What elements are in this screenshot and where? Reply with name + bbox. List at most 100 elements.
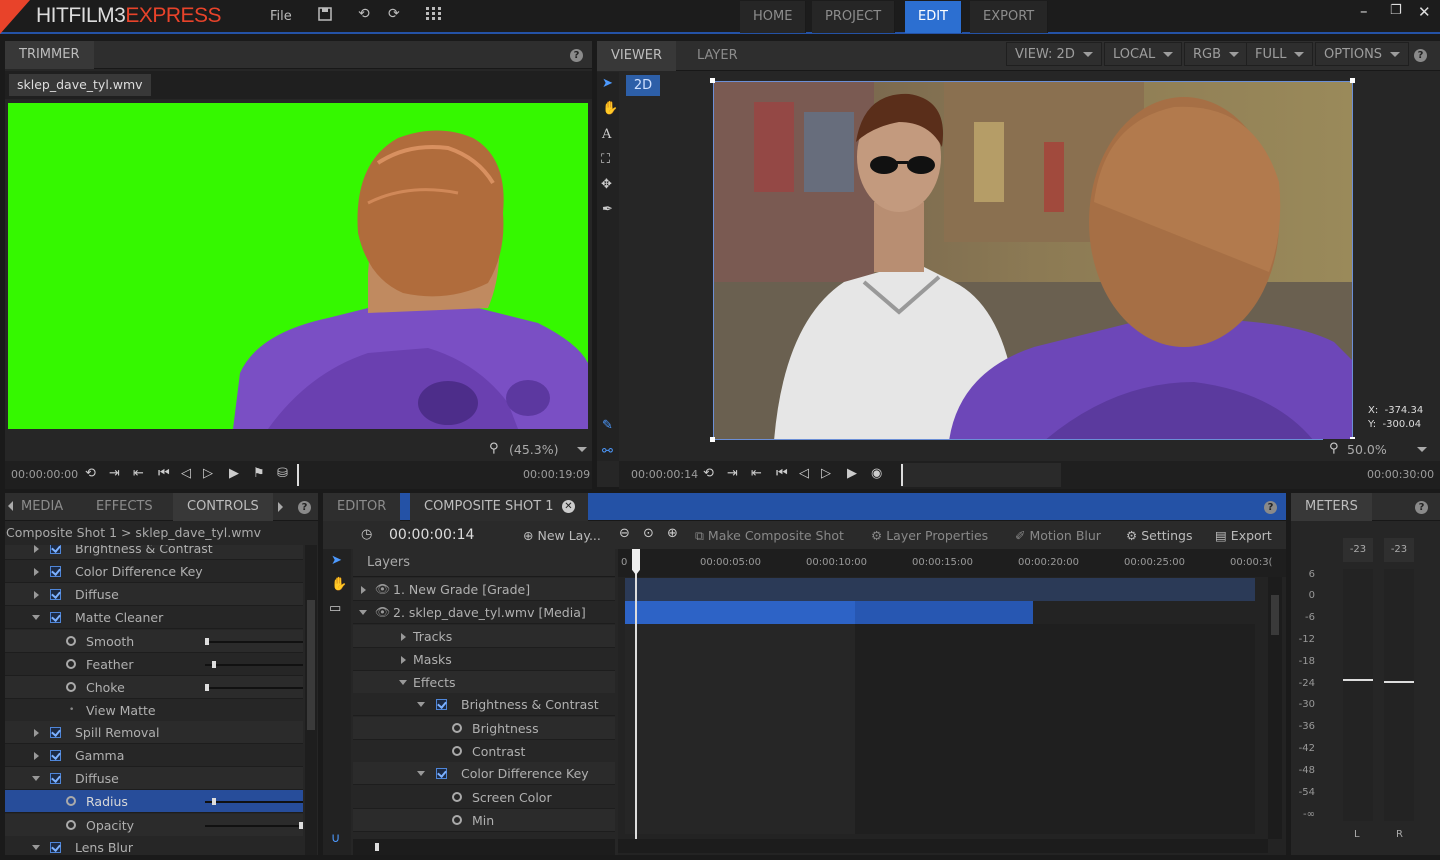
layer-row[interactable]: Effects	[353, 671, 615, 694]
select-tool-icon[interactable]: ➤	[602, 76, 613, 91]
timeline-ruler[interactable]: 0 00:00:05:00 00:00:10:00 00:00:15:00 00…	[618, 549, 1286, 577]
options-dropdown[interactable]: OPTIONS	[1315, 42, 1410, 66]
eye-icon[interactable]: 👁	[375, 601, 390, 624]
tab-edit[interactable]: EDIT	[905, 1, 962, 33]
choke-slider[interactable]	[205, 684, 303, 691]
markers-icon[interactable]: ⚑	[253, 466, 265, 481]
timeline-hscroll[interactable]	[618, 839, 1268, 853]
eye-icon[interactable]: 👁	[375, 578, 390, 601]
tab-composite-shot[interactable]: COMPOSITE SHOT 1	[410, 493, 588, 521]
tab-project[interactable]: PROJECT	[812, 1, 896, 33]
feather-slider[interactable]	[205, 661, 303, 668]
tab-effects[interactable]: EFFECTS	[82, 493, 167, 521]
brush-tool-icon[interactable]: ✎	[602, 418, 613, 433]
list-item[interactable]: Color Difference Key	[5, 560, 303, 583]
make-composite-button[interactable]: ⧉ Make Composite Shot	[695, 528, 844, 544]
layer-row[interactable]: Brightness	[353, 717, 615, 740]
help-icon[interactable]: ?	[1415, 501, 1428, 514]
list-item[interactable]: Feather	[5, 653, 303, 676]
layer-row[interactable]: Contrast	[353, 740, 615, 763]
insert-icon[interactable]: ⇥	[109, 466, 120, 481]
help-icon[interactable]: ?	[1414, 49, 1427, 62]
help-icon[interactable]: ?	[298, 501, 311, 514]
list-item[interactable]: Gamma	[5, 744, 303, 767]
prev-keyframe-icon[interactable]: ⊖	[619, 526, 630, 541]
opacity-slider[interactable]	[205, 822, 303, 829]
list-item[interactable]: Spill Removal	[5, 721, 303, 744]
space-dropdown[interactable]: LOCAL	[1104, 42, 1183, 66]
list-item[interactable]: Smooth	[5, 630, 303, 653]
trimmer-file-tab[interactable]: sklep_dave_tyl.wmv	[9, 74, 151, 96]
minimize-icon[interactable]: –	[1360, 2, 1368, 20]
list-item[interactable]: Opacity	[5, 814, 303, 837]
tab-media[interactable]: MEDIA	[7, 493, 77, 521]
overlay-icon[interactable]: ⇤	[133, 466, 144, 481]
layer-row[interactable]: Min	[353, 809, 615, 832]
hand-tool-icon[interactable]: ✋	[602, 101, 618, 116]
timeline-vscroll[interactable]	[1268, 577, 1282, 839]
grade-track-bar[interactable]	[625, 578, 1255, 601]
step-forward-icon[interactable]: ▷	[821, 466, 831, 481]
layer-list-scrollbar[interactable]	[353, 839, 615, 855]
layer-row[interactable]: Brightness & Contrast	[353, 693, 615, 716]
transform-tool-icon[interactable]: ⛶	[601, 152, 610, 167]
layer-row[interactable]: Color Difference Key	[353, 762, 615, 785]
layer-row[interactable]: 👁 2. sklep_dave_tyl.wmv [Media]	[353, 601, 615, 624]
close-tab-icon[interactable]: ✕	[562, 500, 575, 513]
hand-tool-icon[interactable]: ✋	[331, 577, 347, 592]
list-item[interactable]: Radius	[5, 790, 303, 813]
list-item[interactable]: Diffuse	[5, 583, 303, 606]
list-item[interactable]: • View Matte	[5, 699, 303, 722]
tab-controls[interactable]: CONTROLS	[173, 493, 273, 521]
viewer-zoom-control[interactable]: ⚲ 50.0%	[1323, 439, 1433, 461]
play-icon[interactable]: ▶	[229, 466, 239, 481]
select-tool-icon[interactable]: ➤	[331, 553, 342, 568]
pen-tool-icon[interactable]: ✒	[602, 202, 613, 217]
trimmer-playhead[interactable]	[297, 464, 299, 486]
file-menu[interactable]: File	[270, 9, 292, 24]
keyframe-icon[interactable]: ⊙	[643, 526, 654, 541]
tab-editor[interactable]: EDITOR	[323, 493, 401, 521]
settings-button[interactable]: ⚙ Settings	[1126, 528, 1192, 543]
tab-home[interactable]: HOME	[740, 1, 807, 33]
export-button[interactable]: ▤ Export	[1215, 528, 1272, 543]
controls-scrollbar[interactable]	[305, 545, 317, 855]
record-icon[interactable]: ◉	[871, 466, 882, 481]
go-start-icon[interactable]: ⏮	[158, 466, 170, 481]
insert-icon[interactable]: ⇥	[727, 466, 738, 481]
play-icon[interactable]: ▶	[847, 466, 857, 481]
pan-tool-icon[interactable]: ✥	[601, 177, 612, 192]
tab-viewer[interactable]: VIEWER	[597, 41, 677, 71]
layer-properties-button[interactable]: ⚙ Layer Properties	[871, 528, 988, 543]
trimmer-zoom-control[interactable]: ⚲ (45.3%)	[481, 439, 591, 461]
loop-icon[interactable]: ⟲	[85, 466, 96, 481]
list-item[interactable]: Matte Cleaner	[5, 606, 303, 629]
new-layer-button[interactable]: ⊕ New Lay...	[523, 528, 601, 543]
help-icon[interactable]: ?	[1264, 501, 1277, 514]
smooth-slider[interactable]	[205, 638, 303, 645]
text-tool-icon[interactable]: A	[602, 127, 611, 142]
tab-layer[interactable]: LAYER	[683, 41, 752, 71]
list-item[interactable]: Diffuse	[5, 767, 303, 790]
magnet-icon[interactable]: ∪	[331, 831, 341, 846]
list-item[interactable]: Choke	[5, 676, 303, 699]
step-forward-icon[interactable]: ▷	[203, 466, 213, 481]
list-item[interactable]: Brightness & Contrast	[5, 545, 303, 560]
grid-icon[interactable]	[426, 7, 441, 24]
step-back-icon[interactable]: ◁	[799, 466, 809, 481]
view-dropdown[interactable]: VIEW: 2D	[1006, 42, 1102, 66]
redo-icon[interactable]: ⟳	[388, 6, 400, 22]
maximize-icon[interactable]: ❐	[1390, 3, 1402, 18]
overlay-icon[interactable]: ⇤	[751, 466, 762, 481]
timeline-playhead[interactable]	[635, 549, 637, 839]
layer-row[interactable]: Masks	[353, 648, 615, 671]
list-item[interactable]: Lens Blur	[5, 836, 303, 855]
layer-row[interactable]: Screen Color	[353, 786, 615, 809]
export-frame-icon[interactable]: ⛁	[277, 466, 288, 481]
close-icon[interactable]: ✕	[1418, 3, 1431, 21]
radius-slider[interactable]	[205, 798, 303, 805]
resolution-dropdown[interactable]: FULL	[1246, 42, 1314, 66]
channel-dropdown[interactable]: RGB	[1184, 42, 1249, 66]
chevron-right-icon[interactable]	[278, 502, 283, 512]
help-icon[interactable]: ?	[570, 49, 583, 62]
